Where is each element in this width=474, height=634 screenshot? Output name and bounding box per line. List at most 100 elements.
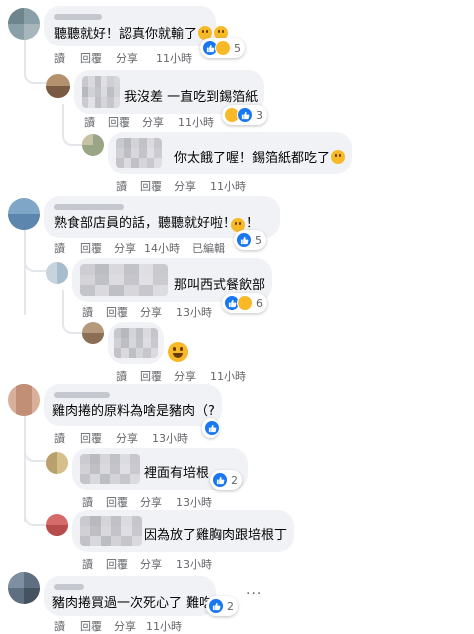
timestamp[interactable]: 11小時	[210, 178, 246, 194]
share-button[interactable]: 分享	[140, 556, 162, 572]
like-icon	[237, 107, 253, 123]
more-options-icon[interactable]: ···	[246, 586, 262, 602]
like-button[interactable]: 讀	[82, 494, 93, 510]
avatar[interactable]	[8, 572, 40, 604]
comment-bubble: 豬肉捲買過一次死心了 難吃	[44, 576, 216, 616]
avatar[interactable]	[8, 198, 40, 230]
reaction-count: 5	[234, 41, 241, 55]
author-name-blurred[interactable]	[82, 76, 120, 108]
author-name-blurred[interactable]	[80, 264, 168, 296]
avatar[interactable]	[82, 322, 104, 344]
reply-button[interactable]: 回覆	[106, 494, 128, 510]
share-button[interactable]: 分享	[116, 430, 138, 446]
haha-icon	[215, 40, 231, 56]
comment-text: 裡面有培根	[144, 466, 210, 481]
comment-text: 你太餓了喔！錫箔紙都吃了	[174, 150, 346, 167]
author-name-blurred[interactable]	[80, 454, 140, 484]
edited-label[interactable]: 已編輯	[192, 240, 225, 256]
reply-button[interactable]: 回覆	[80, 50, 102, 66]
author-name[interactable]	[54, 392, 110, 398]
share-button[interactable]: 分享	[140, 304, 162, 320]
reactions-badge[interactable]	[202, 418, 220, 438]
author-name-blurred[interactable]	[80, 516, 142, 546]
timestamp[interactable]: 13小時	[176, 494, 212, 510]
like-button[interactable]: 讀	[84, 114, 95, 130]
reactions-badge[interactable]: 2	[206, 596, 238, 616]
share-button[interactable]: 分享	[114, 240, 136, 256]
like-button[interactable]: 讀	[82, 556, 93, 572]
like-icon	[204, 420, 220, 436]
thread-connector	[24, 250, 46, 272]
thread-line	[24, 225, 26, 315]
reply-button[interactable]: 回覆	[140, 178, 162, 194]
reactions-badge[interactable]: 3	[222, 105, 267, 125]
avatar[interactable]	[8, 384, 40, 416]
like-button[interactable]: 讀	[116, 178, 127, 194]
timestamp[interactable]: 11小時	[210, 368, 246, 384]
timestamp[interactable]: 11小時	[156, 50, 192, 66]
reply-button[interactable]: 回覆	[106, 556, 128, 572]
share-button[interactable]: 分享	[174, 178, 196, 194]
comment-text: 豬肉捲買過一次死心了 難吃	[52, 596, 213, 611]
reaction-count: 6	[256, 296, 263, 310]
avatar[interactable]	[46, 452, 68, 474]
reaction-count: 2	[231, 473, 238, 487]
avatar[interactable]	[46, 74, 70, 98]
thread-connector	[24, 500, 46, 526]
thread-connector	[62, 120, 82, 146]
like-icon	[236, 232, 252, 248]
haha-icon	[237, 295, 253, 311]
like-button[interactable]: 讀	[54, 50, 65, 66]
grinning-emoji-icon	[168, 342, 188, 362]
reactions-badge[interactable]: 5	[234, 230, 266, 250]
like-icon	[208, 598, 224, 614]
timestamp[interactable]: 14小時	[144, 240, 180, 256]
thread-line	[62, 290, 64, 310]
reaction-count: 3	[256, 108, 263, 122]
author-name-blurred[interactable]	[116, 138, 162, 168]
reply-button[interactable]: 回覆	[80, 430, 102, 446]
like-button[interactable]: 讀	[82, 304, 93, 320]
reply-button[interactable]: 回覆	[140, 368, 162, 384]
reply-button[interactable]: 回覆	[108, 114, 130, 130]
share-button[interactable]: 分享	[116, 50, 138, 66]
share-button[interactable]: 分享	[142, 114, 164, 130]
reaction-count: 2	[227, 599, 234, 613]
author-name[interactable]	[54, 204, 124, 210]
grinning-emoji-icon	[331, 150, 346, 164]
reactions-badge[interactable]: 5	[200, 38, 245, 58]
comment-text: 熟食部店員的話，聽聽就好啦！	[54, 216, 236, 232]
timestamp[interactable]: 13小時	[152, 430, 188, 446]
avatar[interactable]	[82, 134, 104, 156]
author-name[interactable]	[54, 584, 84, 590]
avatar[interactable]	[8, 8, 40, 40]
reply-button[interactable]: 回覆	[106, 304, 128, 320]
comment-text: 雞肉捲的原料為啥是豬肉（?	[52, 404, 215, 419]
comment-text: 我沒差 一直吃到錫箔紙	[124, 90, 259, 105]
avatar[interactable]	[46, 514, 68, 536]
comment-bubble: 你太餓了喔！錫箔紙都吃了	[108, 132, 352, 174]
thread-connector	[24, 440, 46, 462]
reactions-badge[interactable]: 2	[210, 470, 242, 490]
share-button[interactable]: 分享	[140, 494, 162, 510]
author-name-blurred[interactable]	[114, 328, 158, 358]
like-button[interactable]: 讀	[54, 240, 65, 256]
comment-text: 因為放了雞胸肉跟培根丁	[144, 528, 288, 543]
like-button[interactable]: 讀	[116, 368, 127, 384]
reactions-badge[interactable]: 6	[222, 293, 267, 313]
like-icon	[212, 472, 228, 488]
reaction-count: 5	[255, 233, 262, 247]
thread-connector	[62, 308, 82, 334]
author-name[interactable]	[54, 14, 102, 20]
timestamp[interactable]: 13小時	[176, 556, 212, 572]
avatar[interactable]	[46, 262, 68, 284]
comment-bubble: 聽聽就好！認真你就輸了	[44, 6, 229, 46]
thread-connector	[24, 56, 46, 84]
like-button[interactable]: 讀	[54, 430, 65, 446]
comment-bubble: 雞肉捲的原料為啥是豬肉（?	[44, 384, 222, 426]
timestamp[interactable]: 13小時	[176, 304, 212, 320]
timestamp[interactable]: 11小時	[178, 114, 214, 130]
reply-button[interactable]: 回覆	[80, 240, 102, 256]
share-button[interactable]: 分享	[174, 368, 196, 384]
comment-text: 那叫西式餐飲部	[174, 278, 266, 293]
